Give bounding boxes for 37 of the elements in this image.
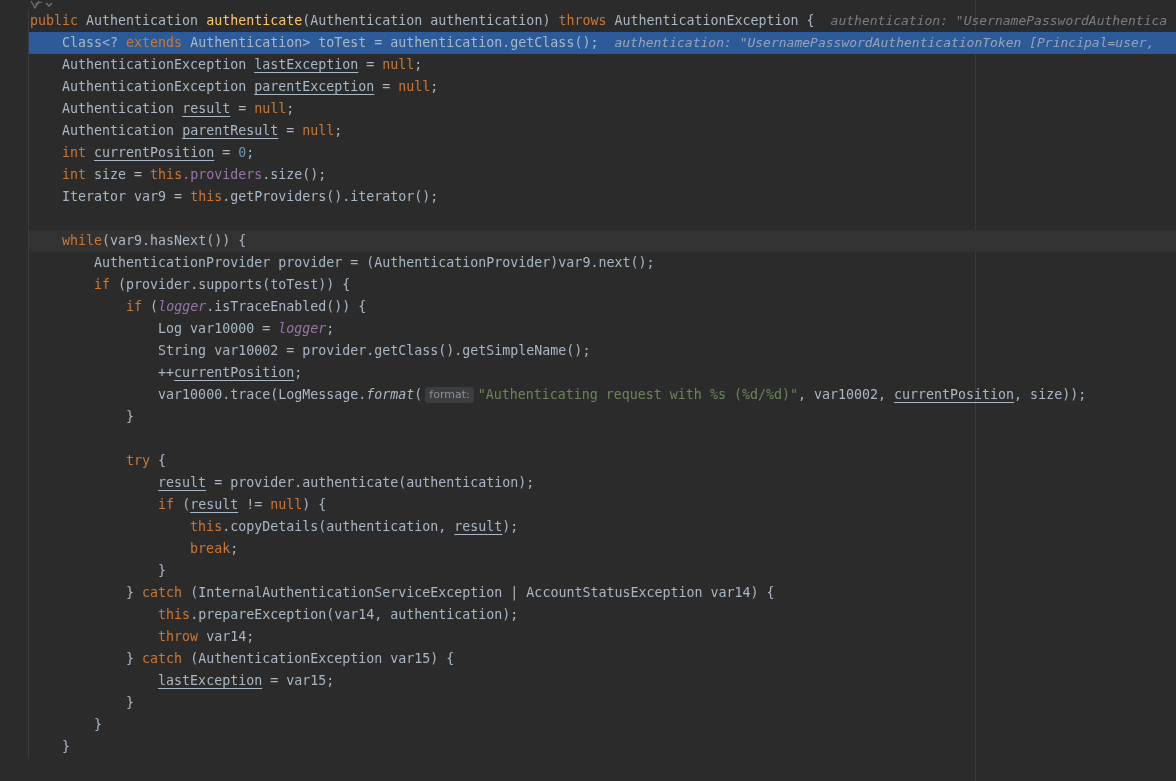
code-line: break; [189,540,239,558]
code-line: AuthenticationException lastException = null; [61,56,423,74]
gutter-marker-icon[interactable] [30,0,54,9]
code-line: throw var14; [157,628,255,646]
code-line: Authentication parentResult = null; [61,122,343,140]
code-line: } [125,694,135,712]
code-line: } [93,716,103,734]
code-line: Iterator var9 = this.getProviders().iterator(); [61,188,439,206]
code-line: Authentication result = null; [61,100,295,118]
code-line: AuthenticationException parentException = null; [61,78,439,96]
code-line: this.prepareException(var14, authentication); [157,606,519,624]
code-line: } [61,738,71,756]
code-line: "Authenticating request with %s (%d/%d)", var10002, currentPosition, size)); [477,386,1087,404]
code-line: } catch (InternalAuthenticationServiceException | AccountStatusException var14) { [125,584,775,603]
code-line: lastException = var15; [157,672,335,690]
code-line: } [157,562,167,580]
code-line: if (logger.isTraceEnabled()) { [125,298,367,316]
code-line: AuthenticationProvider provider = (AuthenticationProvider)var9.next(); [93,254,655,272]
code-line: } [125,408,135,426]
code-line: Log var10000 = logger; [157,320,335,338]
code-line: while(var9.hasNext()) { [61,232,247,250]
parameter-hint: format: [425,387,474,403]
code-line: if (result != null) { [157,496,327,514]
code-line: ++currentPosition; [157,364,303,382]
code-line: String var10002 = provider.getClass().getSimpleName(); [157,342,591,360]
code-line: int currentPosition = 0; [61,144,255,162]
code-line: if (provider.supports(toTest)) { [93,276,351,294]
code-line: } catch (AuthenticationException var15) { [125,650,455,668]
code-line: var10000.trace(LogMessage.format( [157,386,423,404]
code-line: this.copyDetails(authentication, result); [189,518,519,536]
code-line: int size = this.providers.size(); [61,166,327,184]
inline-value-hint: authentication: "UsernamePasswordAuthenticationToken [Principal=user, [614,34,1155,52]
code-line: result = provider.authenticate(authentication); [157,474,535,492]
code-line: Class<? extends Authentication> toTest = authentication.getClass(); [61,34,599,52]
inline-value-hint: authentication: "UsernamePasswordAuthentica [830,12,1168,30]
code-line: public Authentication authenticate(Authentication authentication) throws AuthenticationException { [30,12,815,30]
code-line: try { [125,452,167,470]
